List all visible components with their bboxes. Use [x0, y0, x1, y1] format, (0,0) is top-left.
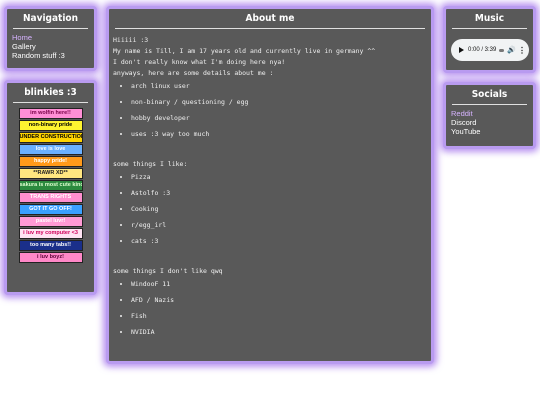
audio-player: 0:00 / 3:39 🔊 ⋮	[451, 39, 529, 61]
dislikes-heading: some things I don't like qwq	[113, 267, 223, 275]
about-intro: My name is Till, I am 17 years old and c…	[113, 47, 376, 55]
blinkie-banner: too many tabs!!	[18, 240, 83, 251]
music-title: Music	[452, 13, 527, 29]
likes-heading: some things I like:	[113, 160, 188, 168]
blinkie-banner: sakura is most cute kinda	[18, 180, 83, 191]
blinkie-banner: GOT IT GO OFF!	[18, 204, 83, 215]
play-icon[interactable]	[459, 47, 464, 53]
social-link-youtube[interactable]: YouTube	[451, 127, 533, 136]
audio-progress-bar[interactable]	[499, 48, 505, 52]
nav-link-gallery[interactable]: Gallery	[12, 42, 94, 51]
like-item: r/egg_irl	[131, 220, 431, 231]
details-list: arch linux user non-binary / questioning…	[113, 81, 431, 140]
about-note: I don't really know what I'm doing here …	[113, 58, 286, 66]
blinkie-banner: UNDER CONSTRUCTION	[18, 132, 83, 143]
blinkie-banner: i luv boyz!	[18, 252, 83, 263]
detail-item: arch linux user	[131, 81, 431, 92]
like-item: Pizza	[131, 172, 431, 183]
about-panel: About me Hiiiii :3 My name is Till, I am…	[106, 6, 434, 364]
blinkie-banner: love is love	[18, 144, 83, 155]
blinkie-banner: im wolfin here!!	[18, 108, 83, 119]
navigation-links: Home Gallery Random stuff :3	[12, 33, 94, 60]
socials-title: Socials	[452, 89, 527, 105]
blinkie-banner: non-binary pride	[18, 120, 83, 131]
about-greeting: Hiiiii :3	[113, 36, 149, 44]
audio-time: 0:00 / 3:39	[468, 47, 497, 53]
blinkies-panel: blinkies :3 im wolfin here!! non-binary p…	[4, 80, 97, 295]
dislike-item: WindooF 11	[131, 279, 431, 290]
navigation-title: Navigation	[13, 13, 88, 29]
blinkie-list: im wolfin here!! non-binary pride UNDER CO…	[7, 108, 94, 263]
like-item: cats :3	[131, 236, 431, 247]
socials-links: Reddit Discord YouTube	[451, 109, 533, 136]
like-item: Astolfo :3	[131, 188, 431, 199]
blinkie-banner: i luv my computer <3	[18, 228, 83, 239]
music-panel: Music 0:00 / 3:39 🔊 ⋮	[443, 6, 536, 73]
blinkies-title: blinkies :3	[13, 87, 88, 103]
nav-link-home[interactable]: Home	[12, 33, 94, 42]
blinkie-banner: **RAWR XD**	[18, 168, 83, 179]
about-details-intro: anyways, here are some details about me …	[113, 69, 274, 77]
social-link-reddit[interactable]: Reddit	[451, 109, 533, 118]
about-content: Hiiiii :3 My name is Till, I am 17 years…	[113, 35, 431, 338]
dislike-item: NVIDIA	[131, 327, 431, 338]
volume-icon[interactable]: 🔊	[507, 46, 516, 54]
more-options-icon[interactable]: ⋮	[518, 46, 526, 55]
detail-item: uses :3 way too much	[131, 129, 431, 140]
blinkie-banner: TRANS RIGHTS	[18, 192, 83, 203]
navigation-panel: Navigation Home Gallery Random stuff :3	[4, 6, 97, 71]
about-title: About me	[115, 13, 425, 29]
socials-panel: Socials Reddit Discord YouTube	[443, 82, 536, 149]
dislike-item: Fish	[131, 311, 431, 322]
detail-item: hobby developer	[131, 113, 431, 124]
nav-link-random-stuff[interactable]: Random stuff :3	[12, 51, 94, 60]
likes-list: Pizza Astolfo :3 Cooking r/egg_irl cats …	[113, 172, 431, 247]
dislikes-list: WindooF 11 AFD / Nazis Fish NVIDIA	[113, 279, 431, 338]
detail-item: non-binary / questioning / egg	[131, 97, 431, 108]
blinkie-banner: pastel luvr!	[18, 216, 83, 227]
like-item: Cooking	[131, 204, 431, 215]
dislike-item: AFD / Nazis	[131, 295, 431, 306]
blinkie-banner: happy pride!	[18, 156, 83, 167]
social-link-discord[interactable]: Discord	[451, 118, 533, 127]
